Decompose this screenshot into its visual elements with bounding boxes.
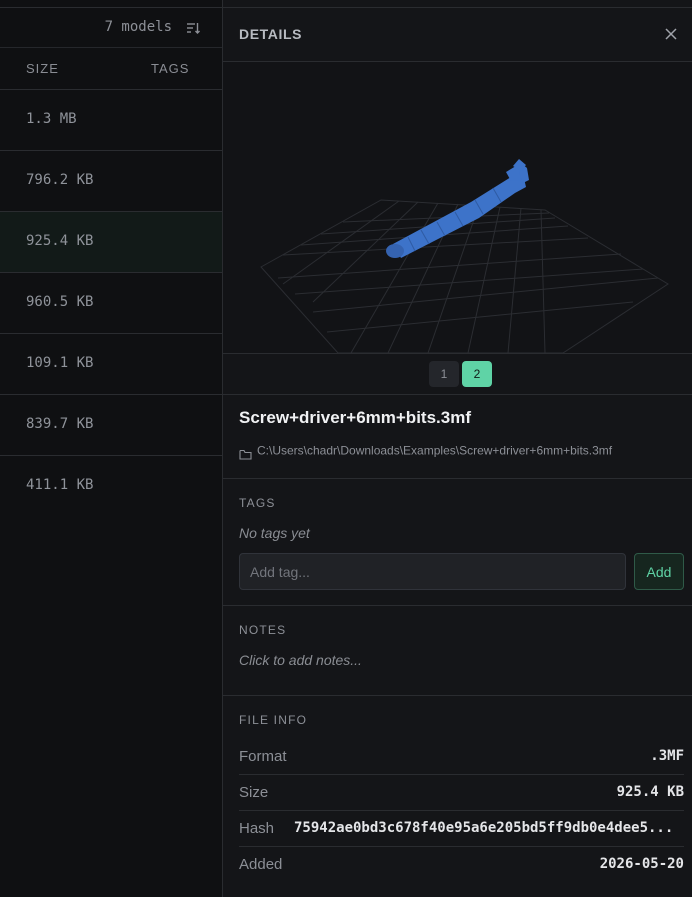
table-row[interactable]: 839.7 KB: [0, 395, 222, 456]
info-label: Added: [239, 856, 283, 873]
model-list-pane: 7 models SIZE TAGS 1.3 MB 796.2 KB 925.4…: [0, 0, 222, 897]
tags-section-label: TAGS: [239, 496, 276, 510]
tag-input[interactable]: [239, 553, 626, 590]
pane-title: DETAILS: [239, 26, 303, 42]
file-path-row: C:\Users\chadr\Downloads\Examples\Screw+…: [239, 440, 612, 460]
notes-field[interactable]: Click to add notes...: [239, 652, 362, 668]
table-row[interactable]: 109.1 KB: [0, 334, 222, 395]
file-name: Screw+driver+6mm+bits.3mf: [239, 408, 471, 427]
close-icon[interactable]: [664, 26, 678, 40]
divider: [223, 394, 692, 395]
info-value: 2026-05-20: [599, 856, 684, 872]
row-size: 411.1 KB: [26, 477, 94, 493]
tags-empty-text: No tags yet: [239, 525, 310, 541]
list-toolbar: 7 models: [0, 8, 222, 48]
row-size: 109.1 KB: [26, 355, 94, 371]
divider: [223, 605, 692, 606]
divider: [223, 695, 692, 696]
table-row[interactable]: 796.2 KB: [0, 151, 222, 212]
info-value: .3MF: [650, 748, 684, 764]
model-count: 7 models: [104, 19, 172, 35]
info-value: 925.4 KB: [616, 784, 684, 800]
info-row-added: Added 2026-05-20: [239, 847, 684, 883]
info-row-hash: Hash 75942ae0bd3c678f40e95a6e205bd5ff9db…: [239, 811, 684, 847]
column-size[interactable]: SIZE: [26, 61, 59, 76]
page-button-2[interactable]: 2: [462, 361, 492, 387]
info-value[interactable]: 75942ae0bd3c678f40e95a6e205bd5ff9db0e4de…: [294, 820, 684, 836]
model-viewer[interactable]: [223, 62, 692, 353]
sort-icon[interactable]: [186, 20, 200, 34]
folder-icon: [239, 445, 252, 460]
column-tags[interactable]: TAGS: [151, 61, 189, 76]
row-size: 839.7 KB: [26, 416, 94, 432]
info-label: Size: [239, 784, 269, 801]
table-row[interactable]: 1.3 MB: [0, 90, 222, 151]
add-tag-button[interactable]: Add: [634, 553, 684, 590]
info-label: Format: [239, 748, 287, 765]
notes-section-label: NOTES: [239, 623, 287, 637]
model-preview: [260, 159, 669, 353]
file-path[interactable]: C:\Users\chadr\Downloads\Examples\Screw+…: [257, 444, 612, 458]
column-header: SIZE TAGS: [0, 49, 222, 90]
info-row-size: Size 925.4 KB: [239, 775, 684, 811]
model-mesh: [386, 159, 529, 258]
row-size: 1.3 MB: [26, 111, 77, 127]
page-button-1[interactable]: 1: [429, 361, 459, 387]
table-row-selected[interactable]: 925.4 KB: [0, 212, 222, 273]
row-size: 960.5 KB: [26, 294, 94, 310]
divider: [223, 478, 692, 479]
file-info-section-label: FILE INFO: [239, 713, 308, 727]
preview-pager: 1 2: [223, 354, 692, 394]
divider: [223, 7, 692, 8]
row-size: 796.2 KB: [26, 172, 94, 188]
table-row[interactable]: 960.5 KB: [0, 273, 222, 334]
table-row[interactable]: 411.1 KB: [0, 456, 222, 517]
info-label: Hash: [239, 820, 275, 837]
details-pane: DETAILS 1 2 Screw+driver+6mm+bits.3mf C:…: [222, 0, 692, 897]
info-row-format: Format .3MF: [239, 739, 684, 775]
row-size: 925.4 KB: [26, 233, 94, 249]
